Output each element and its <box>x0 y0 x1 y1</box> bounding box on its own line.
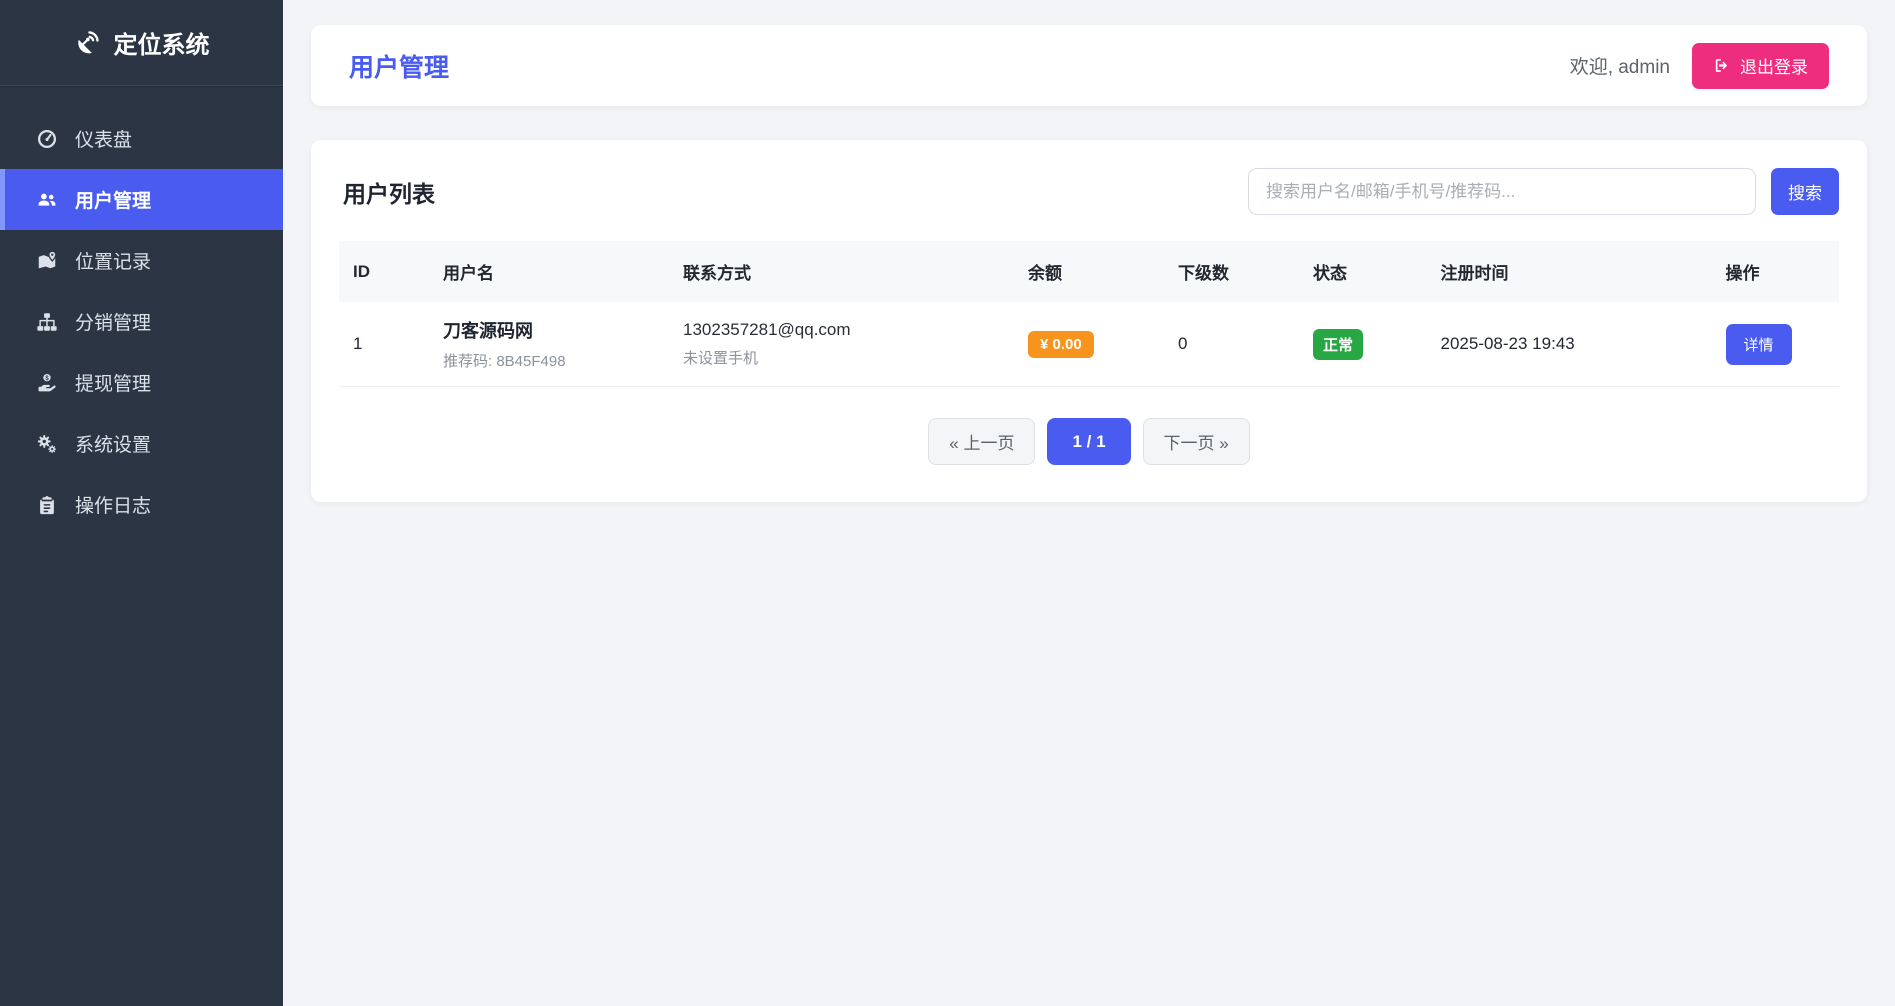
sidebar-item-dashboard[interactable]: 仪表盘 <box>0 108 283 169</box>
column-header-actions: 操作 <box>1712 241 1840 302</box>
header-right: 欢迎, admin 退出登录 <box>1570 43 1829 89</box>
detail-button[interactable]: 详情 <box>1726 324 1792 365</box>
welcome-text: 欢迎, admin <box>1570 52 1670 79</box>
logout-button[interactable]: 退出登录 <box>1692 43 1829 89</box>
satellite-dish-icon <box>74 29 101 56</box>
app-logo: 定位系统 <box>0 0 283 86</box>
column-header-registered: 注册时间 <box>1427 241 1712 302</box>
contact-cell: 1302357281@qq.com 未设置手机 <box>669 302 1014 387</box>
sitemap-icon <box>36 311 58 333</box>
search-button[interactable]: 搜索 <box>1771 168 1839 215</box>
hand-holding-dollar-icon: $ <box>36 372 58 394</box>
search-box: 搜索 <box>1248 168 1839 215</box>
gauge-icon <box>36 128 58 150</box>
sign-out-icon <box>1713 57 1730 74</box>
page-title: 用户管理 <box>349 48 449 84</box>
table-header-row: ID 用户名 联系方式 余额 下级数 状态 注册时间 操作 <box>339 241 1839 302</box>
sidebar-item-label: 分销管理 <box>75 308 151 335</box>
sidebar-item-label: 操作日志 <box>75 491 151 518</box>
column-header-username: 用户名 <box>429 241 669 302</box>
balance-badge: ¥ 0.00 <box>1028 331 1094 358</box>
registered-cell: 2025-08-23 19:43 <box>1427 302 1712 387</box>
panel-title: 用户列表 <box>339 175 435 209</box>
user-list-panel: 用户列表 搜索 ID 用户名 联系方式 余额 下级数 状态 注册时间 <box>311 140 1867 502</box>
map-marker-icon <box>36 250 58 272</box>
page-header: 用户管理 欢迎, admin 退出登录 <box>311 25 1867 106</box>
clipboard-list-icon <box>36 494 58 516</box>
email-text: 1302357281@qq.com <box>683 320 1000 340</box>
panel-toolbar: 用户列表 搜索 <box>339 168 1839 215</box>
sidebar-item-distribution[interactable]: 分销管理 <box>0 291 283 352</box>
main-content: 用户管理 欢迎, admin 退出登录 用户列表 搜索 <box>283 0 1895 1006</box>
referral-code-text: 推荐码: 8B45F498 <box>443 350 655 371</box>
next-page-button[interactable]: 下一页 » <box>1143 418 1250 465</box>
username-cell: 刀客源码网 推荐码: 8B45F498 <box>429 302 669 387</box>
sidebar-item-label: 位置记录 <box>75 247 151 274</box>
sidebar: 定位系统 仪表盘 用户管理 位置 <box>0 0 283 1006</box>
users-icon <box>36 189 58 211</box>
actions-cell: 详情 <box>1712 302 1840 387</box>
prev-page-button[interactable]: « 上一页 <box>928 418 1035 465</box>
app-title: 定位系统 <box>114 25 210 60</box>
column-header-status: 状态 <box>1299 241 1427 302</box>
logout-label: 退出登录 <box>1740 53 1808 78</box>
column-header-balance: 余额 <box>1014 241 1164 302</box>
sidebar-item-locations[interactable]: 位置记录 <box>0 230 283 291</box>
sidebar-item-label: 仪表盘 <box>75 125 132 152</box>
pagination: « 上一页 1 / 1 下一页 » <box>339 418 1839 465</box>
phone-text: 未设置手机 <box>683 347 1000 368</box>
sidebar-item-label: 系统设置 <box>75 430 151 457</box>
sidebar-item-settings[interactable]: 系统设置 <box>0 413 283 474</box>
balance-cell: ¥ 0.00 <box>1014 302 1164 387</box>
user-id-cell: 1 <box>339 302 429 387</box>
column-header-id: ID <box>339 241 429 302</box>
sidebar-item-users[interactable]: 用户管理 <box>0 169 283 230</box>
gears-icon <box>36 433 58 455</box>
sidebar-item-logs[interactable]: 操作日志 <box>0 474 283 535</box>
status-badge: 正常 <box>1313 329 1363 360</box>
current-page-indicator[interactable]: 1 / 1 <box>1047 418 1130 465</box>
user-table: ID 用户名 联系方式 余额 下级数 状态 注册时间 操作 1 刀客源码网 推荐… <box>339 241 1839 387</box>
sidebar-item-label: 用户管理 <box>75 186 151 213</box>
search-input[interactable] <box>1248 168 1756 215</box>
status-cell: 正常 <box>1299 302 1427 387</box>
column-header-contact: 联系方式 <box>669 241 1014 302</box>
sidebar-menu: 仪表盘 用户管理 位置记录 <box>0 86 283 535</box>
username-text: 刀客源码网 <box>443 317 655 343</box>
sidebar-item-label: 提现管理 <box>75 369 151 396</box>
table-row: 1 刀客源码网 推荐码: 8B45F498 1302357281@qq.com … <box>339 302 1839 387</box>
sidebar-item-withdrawals[interactable]: $ 提现管理 <box>0 352 283 413</box>
subordinates-cell: 0 <box>1164 302 1299 387</box>
column-header-subordinates: 下级数 <box>1164 241 1299 302</box>
